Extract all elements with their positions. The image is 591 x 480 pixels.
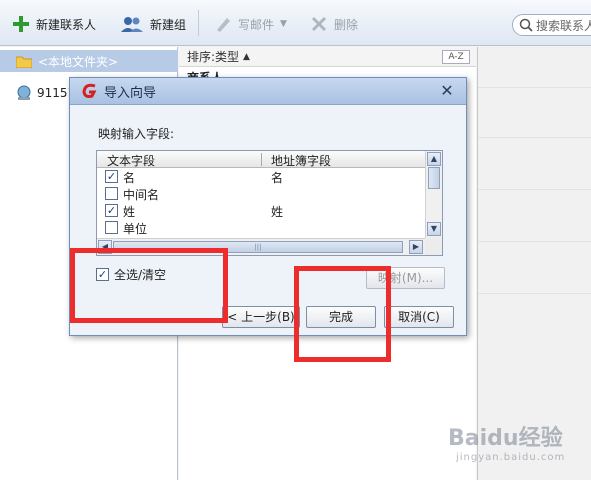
column-header-addr-field[interactable]: 地址簿字段: [271, 152, 331, 169]
watermark-main: Baidu经验: [448, 426, 563, 451]
field-mapping-list[interactable]: 文本字段 地址簿字段 ✓ 名 名 中间名 ✓ 姓 姓 单位 ▲ ▼ ◀ ||| …: [96, 150, 443, 256]
field-row[interactable]: ✓ 姓 姓: [97, 202, 426, 219]
field-row[interactable]: 中间名: [97, 185, 426, 202]
plus-icon: [13, 16, 29, 32]
folder-icon: [16, 56, 32, 68]
field-row[interactable]: ✓ 名 名: [97, 168, 426, 185]
delete-button[interactable]: 删除: [310, 14, 358, 34]
new-contact-label: 新建联系人: [36, 17, 97, 32]
sort-bar[interactable]: 排序:类型 ▲ A-Z: [179, 47, 476, 67]
vertical-scrollbar[interactable]: ▲ ▼: [425, 151, 442, 238]
field-name: 单位: [123, 222, 148, 236]
close-icon[interactable]: ✕: [438, 82, 456, 100]
prev-step-button[interactable]: < 上一步(B): [222, 306, 300, 328]
detail-divider: [478, 293, 591, 294]
baidu-watermark: Baidu经验 jingyan.baidu.com: [448, 420, 588, 470]
detail-divider: [478, 241, 591, 242]
group-icon: [121, 17, 143, 32]
field-mapped: 姓: [271, 205, 284, 219]
chevron-up-icon: ▲: [243, 51, 250, 62]
field-checkbox[interactable]: [105, 187, 118, 200]
scroll-right-icon[interactable]: ▶: [409, 240, 423, 254]
detail-divider: [478, 189, 591, 190]
scroll-thumb[interactable]: [428, 167, 440, 189]
dialog-titlebar[interactable]: 导入向导 ✕: [70, 78, 466, 105]
contact-globe-icon: [17, 85, 31, 100]
az-sort-button[interactable]: A-Z: [442, 50, 470, 64]
detail-pane: [477, 47, 591, 480]
sidebar-item-local-folder[interactable]: <本地文件夹>: [0, 50, 178, 72]
field-name: 名: [123, 171, 136, 185]
write-mail-label: 写邮件: [238, 17, 275, 32]
search-placeholder: 搜索联系人: [536, 18, 591, 33]
column-header-text-field[interactable]: 文本字段: [107, 152, 155, 169]
annotation-box-select-all: [70, 248, 228, 323]
chevron-down-icon: ▼: [280, 19, 287, 29]
field-name: 中间名: [123, 188, 160, 202]
annotation-box-finish: [294, 266, 391, 362]
local-folder-label: <本地文件夹>: [38, 54, 119, 69]
new-group-label: 新建组: [150, 17, 187, 32]
field-row[interactable]: 单位: [97, 219, 426, 236]
detail-divider: [478, 137, 591, 138]
search-input[interactable]: 搜索联系人: [512, 14, 591, 36]
write-mail-button[interactable]: 写邮件 ▼: [214, 14, 287, 34]
main-toolbar: 新建联系人 新建组 写邮件 ▼ 删除 搜索联系人: [0, 0, 591, 46]
scroll-down-icon[interactable]: ▼: [427, 222, 441, 236]
pen-icon: [217, 18, 230, 32]
field-checkbox[interactable]: ✓: [105, 204, 118, 217]
new-group-button[interactable]: 新建组: [120, 14, 186, 34]
toolbar-divider: [198, 10, 199, 36]
delete-icon: [311, 16, 327, 32]
detail-divider: [478, 87, 591, 88]
field-name: 姓: [123, 205, 136, 219]
app-logo-icon: [82, 83, 97, 98]
delete-label: 删除: [334, 17, 359, 32]
watermark-sub: jingyan.baidu.com: [456, 452, 566, 463]
dialog-title: 导入向导: [104, 85, 157, 101]
scroll-corner: [425, 238, 442, 255]
list-header: 文本字段 地址簿字段: [97, 151, 426, 168]
new-contact-button[interactable]: 新建联系人: [12, 14, 96, 34]
map-fields-label: 映射输入字段:: [98, 127, 175, 141]
scroll-up-icon[interactable]: ▲: [427, 152, 441, 166]
field-mapped: 名: [271, 171, 284, 185]
column-divider: [261, 153, 262, 166]
cancel-button[interactable]: 取消(C): [384, 306, 454, 328]
search-icon: [519, 18, 533, 32]
field-checkbox[interactable]: ✓: [105, 170, 118, 183]
sort-label: 排序:类型: [187, 50, 240, 64]
field-checkbox[interactable]: [105, 221, 118, 234]
